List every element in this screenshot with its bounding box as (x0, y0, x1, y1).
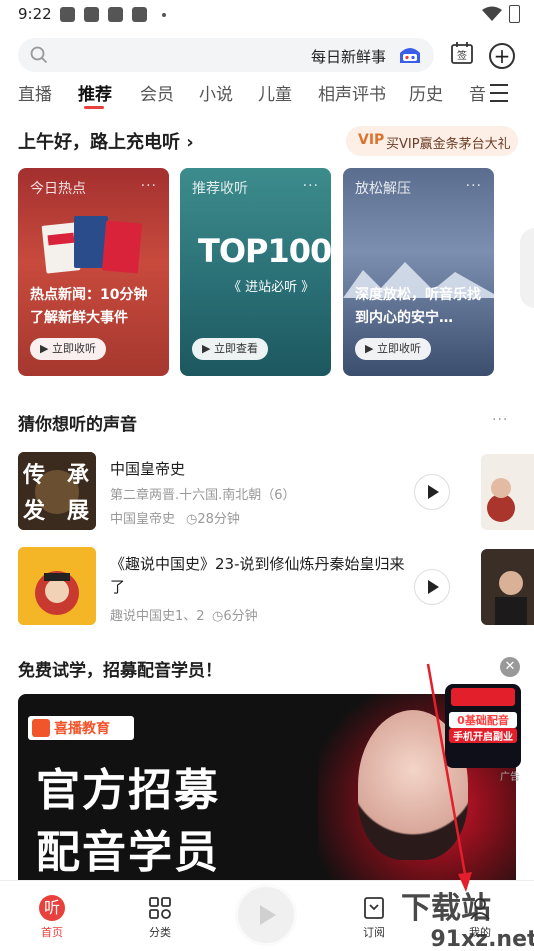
menu-icon[interactable] (490, 84, 508, 108)
active-tab-indicator (84, 106, 104, 109)
more-icon[interactable]: ··· (141, 178, 157, 194)
list-item[interactable]: 传 承 发 展 中国皇帝史 第二章两晋.十六国.南北朝（6） 中国皇帝史 ◷28… (0, 452, 534, 532)
item-album: 趣说中国史1、2 (110, 609, 205, 624)
card-recommend[interactable]: 推荐收听 ··· TOP100 《 进站必听 》 ▶ 立即查看 (180, 168, 331, 376)
item-duration: ◷6分钟 (212, 609, 258, 624)
banner-subheadline: 配音学员 (36, 827, 220, 878)
vip-label: VIP (358, 132, 385, 148)
vip-promo-button[interactable]: VIP 买VIP赢金条茅台大礼 (346, 126, 518, 156)
sign-in-icon[interactable]: 签 (450, 41, 474, 65)
notification-icon (132, 7, 147, 22)
play-button[interactable] (414, 474, 450, 510)
item-album: 中国皇帝史 (110, 512, 176, 527)
tab-novel[interactable]: 小说 (199, 80, 233, 105)
brand-name: 喜播教育 (54, 721, 110, 737)
cover-char: 展 (67, 499, 89, 524)
banner-headline: 官方招募 (36, 765, 220, 816)
tab-vip[interactable]: 会员 (140, 80, 174, 105)
card-relax[interactable]: 放松解压 ··· 深度放松，听音乐找到内心的安宁… ▶ 立即收听 (343, 168, 494, 376)
more-notifications-icon (162, 13, 166, 17)
close-icon[interactable]: ✕ (500, 657, 520, 677)
more-icon[interactable]: ··· (303, 178, 319, 194)
listen-now-button[interactable]: ▶ 立即收听 (30, 338, 106, 360)
side-cover[interactable] (481, 454, 534, 530)
site-watermark: 下载站 91xz.net (401, 891, 534, 950)
card-description: 热点新闻：10分钟了解新鲜大事件 (30, 287, 148, 326)
notification-icon (84, 7, 99, 22)
brand-logo: 喜播教育 (28, 716, 134, 740)
svg-text:签: 签 (457, 49, 467, 62)
floating-ad-line2: 手机开启副业 (449, 728, 517, 743)
tab-crosstalk[interactable]: 相声评书 (318, 80, 386, 105)
tab-music[interactable]: 音 (469, 80, 486, 105)
notification-icon (60, 7, 75, 22)
nav-label: 首页 (41, 926, 63, 939)
brand-icon (32, 719, 50, 737)
floating-ad[interactable]: 0基础配音 手机开启副业 (445, 684, 521, 768)
battery-icon (509, 5, 520, 23)
side-card-peek[interactable] (520, 228, 534, 308)
section-title: 猜你想听的声音 (18, 415, 137, 435)
card-tag: 今日热点 (30, 181, 86, 197)
top100-subtitle: 《 进站必听 》 (228, 280, 315, 295)
listen-now-button[interactable]: ▶ 立即收听 (355, 338, 431, 360)
category-tabs: 直播 推荐 会员 小说 儿童 相声评书 历史 音 (0, 80, 534, 116)
nav-category[interactable]: 分类 (130, 895, 190, 940)
album-cover: 传 承 发 展 (18, 452, 96, 530)
item-duration: ◷28分钟 (186, 512, 240, 527)
list-item[interactable]: 《趣说中国史》23-说到修仙炼丹秦始皇归来了 趣说中国史1、2 ◷6分钟 (0, 547, 534, 627)
news-books-illustration (41, 216, 142, 274)
status-bar: 9:22 (0, 0, 534, 30)
category-icon (149, 897, 171, 919)
card-tag: 推荐收听 (192, 181, 248, 197)
item-title: 《趣说中国史》23-说到修仙炼丹秦始皇归来了 (110, 555, 405, 596)
album-cover (18, 547, 96, 625)
watermark-main: 下载站 (401, 891, 491, 926)
nav-home[interactable]: 听 首页 (22, 895, 82, 940)
more-icon[interactable]: ··· (492, 412, 508, 428)
cover-char: 传 (22, 463, 45, 488)
more-icon[interactable]: ··· (466, 178, 482, 194)
cover-char: 承 (67, 463, 89, 488)
wifi-icon (482, 6, 502, 21)
tab-history[interactable]: 历史 (409, 80, 443, 105)
nav-label: 分类 (149, 926, 171, 939)
watermark-sub: 91xz.net (430, 927, 534, 950)
status-time: 9:22 (18, 5, 52, 23)
vip-promo-text: 买VIP赢金条茅台大礼 (386, 137, 511, 152)
ad-banner[interactable]: 喜播教育 官方招募 配音学员 (18, 694, 516, 880)
cover-char: 发 (22, 498, 46, 524)
add-icon[interactable]: + (489, 43, 515, 69)
ad-section-title: 免费试学，招募配音学员！ (18, 661, 222, 681)
ad-badge: 广告 (500, 772, 520, 783)
card-description: 深度放松，听音乐找到内心的安宁… (355, 287, 481, 326)
greeting[interactable]: 上午好，路上充电听 › (18, 128, 194, 154)
item-title: 中国皇帝史 (110, 460, 186, 478)
tab-live[interactable]: 直播 (18, 80, 52, 105)
ai-assistant-icon[interactable] (398, 45, 422, 65)
ad-brand-strip (451, 688, 515, 706)
tab-kids[interactable]: 儿童 (258, 80, 292, 105)
player-button[interactable] (238, 887, 294, 943)
floating-ad-line1: 0基础配音 (449, 712, 517, 728)
view-now-button[interactable]: ▶ 立即查看 (192, 338, 268, 360)
notification-icon (108, 7, 123, 22)
side-cover[interactable] (481, 549, 534, 625)
play-button[interactable] (414, 569, 450, 605)
home-icon: 听 (39, 895, 65, 921)
search-icon (30, 46, 48, 64)
top100-title: TOP100 (198, 232, 331, 270)
search-bar[interactable]: 每日新鲜事 (18, 38, 434, 72)
tab-recommend[interactable]: 推荐 (78, 80, 112, 105)
card-hot-news[interactable]: 今日热点 ··· 热点新闻：10分钟了解新鲜大事件 ▶ 立即收听 (18, 168, 169, 376)
item-subtitle: 第二章两晋.十六国.南北朝（6） (110, 488, 296, 503)
search-hint: 每日新鲜事 (310, 48, 386, 66)
card-tag: 放松解压 (355, 181, 411, 197)
